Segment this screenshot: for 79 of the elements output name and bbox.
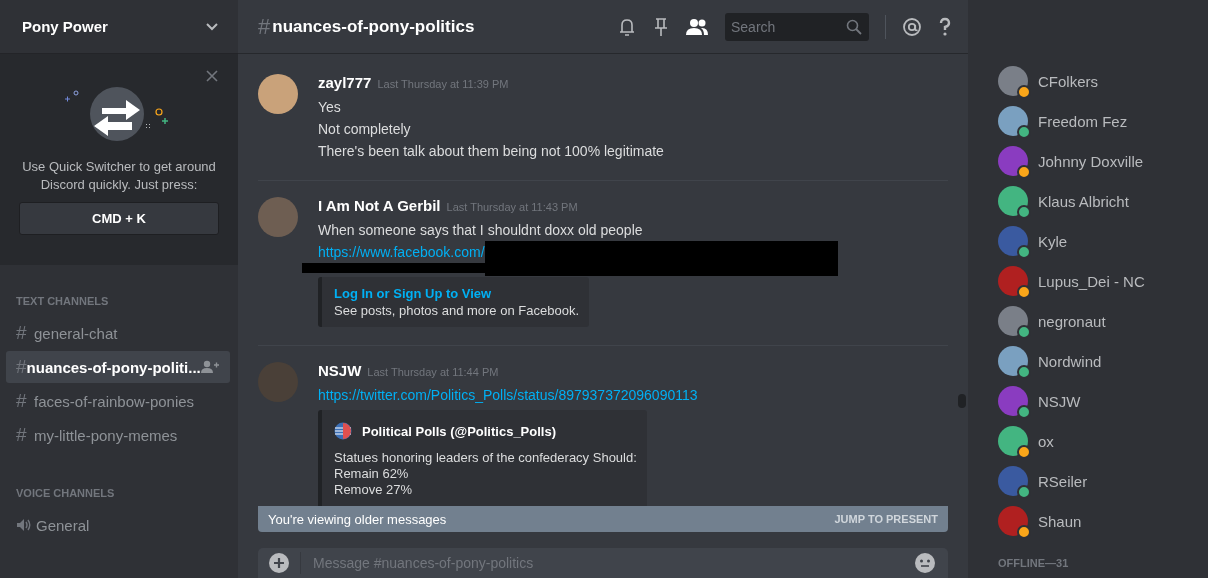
member-name: Nordwind — [1038, 352, 1102, 370]
members-icon[interactable] — [685, 17, 709, 36]
username[interactable]: NSJW — [318, 362, 362, 379]
server-name: Pony Power — [22, 18, 108, 35]
older-messages-notice: You're viewing older messages — [268, 511, 447, 527]
search-field[interactable]: Search — [725, 12, 869, 41]
username[interactable]: zayl777 — [318, 74, 372, 91]
hash-icon: # — [16, 390, 34, 412]
hash-icon: # — [16, 322, 34, 344]
embed-title-link[interactable]: Log In or Sign Up to View — [334, 285, 579, 303]
member-name: RSeiler — [1038, 472, 1088, 490]
embed-description: See posts, photos and more on Facebook. — [334, 303, 579, 319]
pin-icon[interactable] — [653, 16, 669, 37]
member-item[interactable]: ox — [998, 421, 1208, 461]
avatar[interactable] — [258, 74, 298, 114]
member-item[interactable]: CFolkers — [998, 61, 1208, 101]
member-item[interactable]: RSeiler — [998, 461, 1208, 501]
member-name: Johnny Doxville — [1038, 152, 1144, 170]
member-name: negronaut — [1038, 312, 1106, 330]
timestamp: Last Thursday at 11:43 PM — [446, 201, 578, 213]
embed-author[interactable]: Political Polls (@Politics_Polls) — [362, 423, 556, 439]
embed-text: Statues honoring leaders of the confederacy Should: — [334, 450, 637, 466]
search-icon[interactable] — [846, 18, 862, 35]
channel-name: my-little-pony-memes — [34, 426, 179, 444]
member-item[interactable]: Klaus Albricht — [998, 181, 1208, 221]
member-name: Kyle — [1038, 232, 1068, 250]
member-name: Shaun — [1038, 512, 1082, 530]
channel-item[interactable]: # my-little-pony-memes — [6, 419, 230, 451]
channel-item[interactable]: # general-chat — [6, 317, 230, 349]
member-item[interactable]: Shaun — [998, 501, 1208, 541]
message-text: Not completely — [318, 120, 412, 139]
channel-name: General — [36, 516, 91, 534]
emoji-icon[interactable] — [914, 552, 936, 574]
channel-item[interactable]: #nuances-of-pony-politi... — [6, 351, 230, 383]
scrollbar-thumb[interactable] — [958, 394, 966, 408]
add-person-icon[interactable] — [200, 360, 219, 374]
member-name: NSJW — [1038, 392, 1081, 410]
message-text: There's been talk about them being not 100% legitimate — [318, 142, 665, 161]
hash-icon: # — [16, 356, 27, 378]
timestamp: Last Thursday at 11:39 PM — [377, 78, 509, 90]
member-item[interactable]: Johnny Doxville — [998, 141, 1208, 181]
flag-circle-icon — [334, 422, 352, 440]
channel-name: faces-of-rainbow-ponies — [34, 392, 196, 410]
offline-heading: OFFLINE—31 — [998, 557, 1070, 569]
channel-title: nuances-of-pony-politics — [272, 16, 475, 37]
chevron-down-icon[interactable] — [205, 21, 219, 32]
message-link[interactable]: https://twitter.com/Politics_Polls/status/897937372096090113 — [318, 384, 948, 406]
mention-icon[interactable] — [902, 16, 922, 37]
channel-item[interactable]: General — [6, 509, 230, 541]
message-text: Yes — [318, 98, 342, 117]
member-name: Klaus Albricht — [1038, 192, 1129, 210]
channel-name: nuances-of-pony-politi... — [26, 358, 201, 376]
hash-icon: # — [16, 424, 34, 446]
member-item[interactable]: Freedom Fez — [998, 101, 1208, 141]
channel-item[interactable]: # faces-of-rainbow-ponies — [6, 385, 230, 417]
shortcut-button[interactable]: CMD + K — [19, 202, 219, 235]
embed-text: Remove 27% — [334, 482, 414, 498]
member-item[interactable]: NSJW — [998, 381, 1208, 421]
member-item[interactable]: Kyle — [998, 221, 1208, 261]
member-item[interactable]: Lupus_Dei - NC — [998, 261, 1208, 301]
hash-icon: # — [258, 13, 271, 40]
member-name: ox — [1038, 432, 1054, 450]
member-item[interactable]: negronaut — [998, 301, 1208, 341]
channel-name: general-chat — [34, 324, 119, 342]
message-link[interactable]: https://www.facebook.com/ — [318, 241, 485, 263]
add-icon[interactable] — [268, 552, 290, 574]
embed-text: Remain 62% — [334, 466, 410, 482]
message-text: When someone says that I shouldnt doxx old people — [318, 221, 644, 240]
speaker-icon — [16, 518, 32, 532]
bell-icon[interactable] — [617, 16, 637, 37]
member-name: Lupus_Dei - NC — [1038, 272, 1145, 290]
member-name: Freedom Fez — [1038, 112, 1128, 130]
quick-switcher-hint: Use Quick Switcher to get around Discord quickly. Just press: — [21, 158, 217, 194]
timestamp: Last Thursday at 11:44 PM — [367, 366, 499, 378]
help-icon[interactable] — [938, 16, 952, 37]
member-name: CFolkers — [1038, 72, 1098, 90]
close-icon[interactable] — [206, 70, 218, 82]
username[interactable]: I Am Not A Gerbil — [318, 197, 441, 214]
member-item[interactable]: Nordwind — [998, 341, 1208, 381]
